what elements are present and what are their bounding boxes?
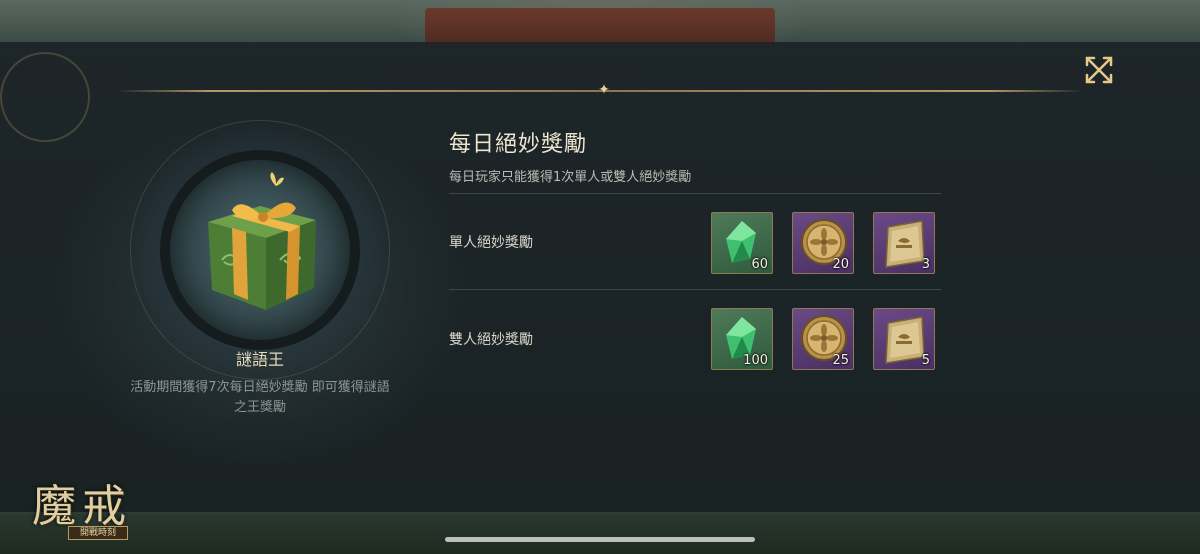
divider (449, 193, 941, 194)
badge-description-line1: 活動期間獲得7次每日絕妙獎勵 即可獲得謎語 (130, 380, 390, 395)
reward-slot-coin-duo[interactable]: 25 (792, 308, 854, 370)
reward-panel: ✦ 謎語王 活動期間獲得7次每日絕妙獎勵 即可獲得謎語 之王獎勵 每日絕妙獎勵 … (0, 42, 1200, 512)
background-ground (0, 514, 1200, 554)
reward-quantity: 25 (832, 353, 849, 368)
close-button[interactable] (1081, 52, 1117, 88)
panel-subtitle: 每日玩家只能獲得1次單人或雙人絕妙獎勵 (449, 170, 692, 185)
badge-description-line2: 之王獎勵 (233, 400, 286, 415)
reward-slot-gem-duo[interactable]: 100 (711, 308, 773, 370)
logo-text: 魔戒 (32, 481, 132, 532)
reward-quantity: 3 (921, 257, 930, 272)
badge-description: 活動期間獲得7次每日絕妙獎勵 即可獲得謎語 之王獎勵 (100, 378, 420, 418)
home-indicator-bar[interactable] (445, 537, 755, 542)
decorative-ring (0, 52, 90, 142)
reward-quantity: 60 (751, 257, 768, 272)
gift-box-icon (208, 172, 316, 310)
reward-quantity: 5 (921, 353, 930, 368)
game-logo: 魔戒 開戰時刻 (20, 466, 160, 546)
badge-frame (160, 150, 360, 350)
badge-emblem (130, 120, 390, 380)
panel-title: 每日絕妙獎勵 (449, 132, 588, 157)
row-label-solo: 單人絕妙獎勵 (449, 235, 533, 251)
close-x-icon (1085, 56, 1113, 84)
badge-title: 謎語王 (235, 350, 284, 369)
reward-quantity: 100 (743, 353, 768, 368)
logo-subtitle: 開戰時刻 (68, 526, 128, 540)
divider (449, 289, 941, 290)
reward-slot-scroll-duo[interactable]: 5 (873, 308, 935, 370)
reward-slot-gem-solo[interactable]: 60 (711, 212, 773, 274)
row-label-duo: 雙人絕妙獎勵 (449, 332, 533, 348)
reward-quantity: 20 (832, 257, 849, 272)
reward-slot-scroll-solo[interactable]: 3 (873, 212, 935, 274)
reward-slot-coin-solo[interactable]: 20 (792, 212, 854, 274)
star-ornament-icon: ✦ (598, 82, 610, 98)
